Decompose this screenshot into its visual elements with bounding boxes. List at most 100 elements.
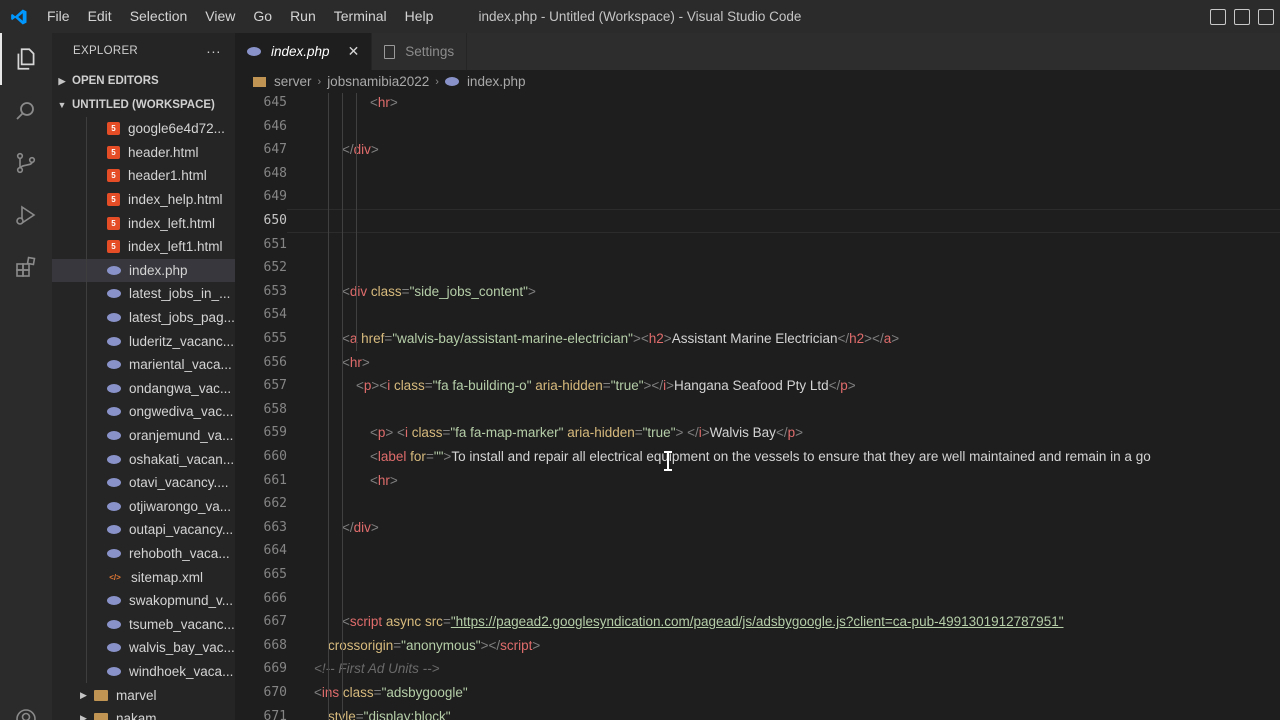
code-line[interactable]: <div class="side_jobs_content"> (342, 280, 536, 304)
settings-file-icon (384, 44, 396, 59)
code-token: p (787, 425, 796, 441)
code-token: "display:block" (363, 708, 451, 720)
code-line[interactable]: <label for="">To install and repair all … (370, 445, 1151, 469)
menu-edit[interactable]: Edit (79, 0, 121, 33)
code-line[interactable]: <hr> (370, 93, 398, 115)
code-token: class (370, 283, 402, 299)
line-number: 668 (263, 637, 287, 653)
code-line[interactable]: <!-- First Ad Units --> (314, 657, 440, 681)
file-item[interactable]: tsumeb_vacanc... (52, 612, 235, 636)
file-item[interactable]: oranjemund_va... (52, 424, 235, 448)
file-item[interactable]: walvis_bay_vac... (52, 636, 235, 660)
code-line[interactable]: crossorigin="anonymous"></script> (328, 634, 540, 658)
explorer-icon[interactable] (0, 33, 52, 85)
menu-terminal[interactable]: Terminal (325, 0, 396, 33)
file-item[interactable]: otavi_vacancy.... (52, 471, 235, 495)
line-number: 670 (263, 685, 287, 700)
file-item[interactable]: latest_jobs_pag... (52, 306, 235, 330)
breadcrumb-item[interactable]: jobsnamibia2022 (327, 74, 429, 89)
file-label: walvis_bay_vac... (129, 640, 235, 656)
file-item[interactable]: 5 index_left1.html (52, 235, 235, 259)
menu-help[interactable]: Help (396, 0, 443, 33)
file-item[interactable]: rehoboth_vaca... (52, 542, 235, 566)
html-file-icon: 5 (107, 122, 120, 136)
code-editor[interactable]: 645 646 647 648 649 650 651 652 653 654 655 656 657 6… (235, 93, 1280, 720)
run-debug-icon[interactable] (0, 189, 52, 241)
code-token: < (370, 425, 378, 441)
code-line[interactable]: <p><i class="fa fa-building-o" aria-hidd… (356, 374, 856, 398)
file-item[interactable]: index.php (52, 258, 235, 283)
close-icon[interactable]: ✕ (348, 43, 360, 60)
search-icon[interactable] (0, 85, 52, 137)
vscode-logo-icon[interactable] (0, 0, 38, 33)
line-number: 669 (263, 661, 287, 677)
code-line[interactable]: <hr> (370, 469, 398, 493)
file-item[interactable]: latest_jobs_in_... (52, 282, 235, 306)
extensions-icon[interactable] (0, 241, 52, 293)
file-item[interactable]: 5 google6e4d72... (52, 117, 235, 141)
tab-settings[interactable]: Settings (372, 33, 468, 70)
toggle-secondary-sidebar-icon[interactable] (1258, 8, 1274, 25)
file-item[interactable]: </> sitemap.xml (52, 565, 235, 589)
code-token: = (442, 614, 451, 630)
file-label: index.php (129, 262, 188, 278)
code-token: = (355, 708, 364, 720)
breadcrumb-item[interactable]: index.php (467, 74, 526, 89)
toggle-sidebar-icon[interactable] (1210, 8, 1226, 25)
menu-view[interactable]: View (196, 0, 244, 33)
chevron-right-icon: ▶ (58, 75, 66, 86)
code-token: >< (371, 378, 388, 394)
folder-marvel[interactable]: ▶ marvel (52, 683, 235, 707)
file-item[interactable]: outapi_vacancy... (52, 518, 235, 542)
code-token: = (424, 378, 433, 394)
source-control-icon[interactable] (0, 137, 52, 189)
file-label: otjiwarongo_va... (129, 498, 232, 514)
menu-go[interactable]: Go (244, 0, 281, 33)
code-line[interactable]: style="display:block" (328, 705, 451, 720)
folder-nakam[interactable]: ▶ nakam (52, 707, 235, 720)
code-line[interactable]: <script async src="https://pagead2.googl… (342, 610, 1064, 634)
code-line[interactable]: <ins class="adsbygoogle" (314, 681, 468, 705)
file-item[interactable]: ongwediva_vac... (52, 400, 235, 424)
file-item[interactable]: luderitz_vacanc... (52, 329, 235, 353)
menu-file[interactable]: File (38, 0, 79, 33)
open-editors-section[interactable]: ▶ OPEN EDITORS (52, 69, 235, 93)
tab-index-php[interactable]: index.php ✕ (235, 33, 373, 70)
file-item[interactable]: windhoek_vaca... (52, 660, 235, 684)
breadcrumb-item[interactable]: server (274, 74, 312, 89)
code-token: Walvis Bay (709, 425, 776, 441)
file-item[interactable]: swakopmund_v... (52, 589, 235, 613)
code-token: > (370, 142, 379, 158)
code-token: "fa fa-map-marker" (450, 425, 568, 441)
file-item[interactable]: 5 header1.html (52, 164, 235, 188)
code-token: ins (321, 685, 343, 700)
file-item[interactable]: mariental_vaca... (52, 353, 235, 377)
menu-run[interactable]: Run (281, 0, 325, 33)
file-item[interactable]: 5 header.html (52, 141, 235, 165)
code-line[interactable]: < p > <i class = "fa fa-map-marker" aria-hid… (370, 421, 803, 445)
file-item[interactable]: 5 index_left.html (52, 211, 235, 235)
code-token: aria-hidden (535, 378, 603, 394)
file-item[interactable]: otjiwarongo_va... (52, 495, 235, 519)
line-number: 652 (263, 260, 287, 276)
line-number: 666 (263, 590, 287, 606)
code-line[interactable]: </div> (342, 516, 379, 540)
line-number: 649 (263, 189, 287, 205)
toggle-panel-icon[interactable] (1234, 8, 1250, 25)
file-label: oranjemund_va... (129, 428, 234, 444)
code-line[interactable]: <a href="walvis-bay/assistant-marine-ele… (342, 327, 899, 351)
accounts-icon[interactable] (0, 693, 52, 720)
code-line[interactable]: <hr> (342, 351, 370, 375)
php-file-icon (107, 407, 121, 417)
indent-guide (342, 93, 343, 720)
file-item[interactable]: 5 index_help.html (52, 188, 235, 212)
workspace-section[interactable]: ▼ UNTITLED (WORKSPACE) (52, 93, 235, 117)
code-line[interactable]: </div> (342, 138, 379, 162)
file-item[interactable]: ondangwa_vac... (52, 377, 235, 401)
more-actions-icon[interactable]: ··· (206, 43, 221, 59)
menu-selection[interactable]: Selection (121, 0, 197, 33)
file-label: ondangwa_vac... (129, 380, 232, 396)
code-token: = (425, 449, 434, 464)
code-token: > (389, 472, 398, 488)
file-item[interactable]: oshakati_vacan... (52, 447, 235, 471)
